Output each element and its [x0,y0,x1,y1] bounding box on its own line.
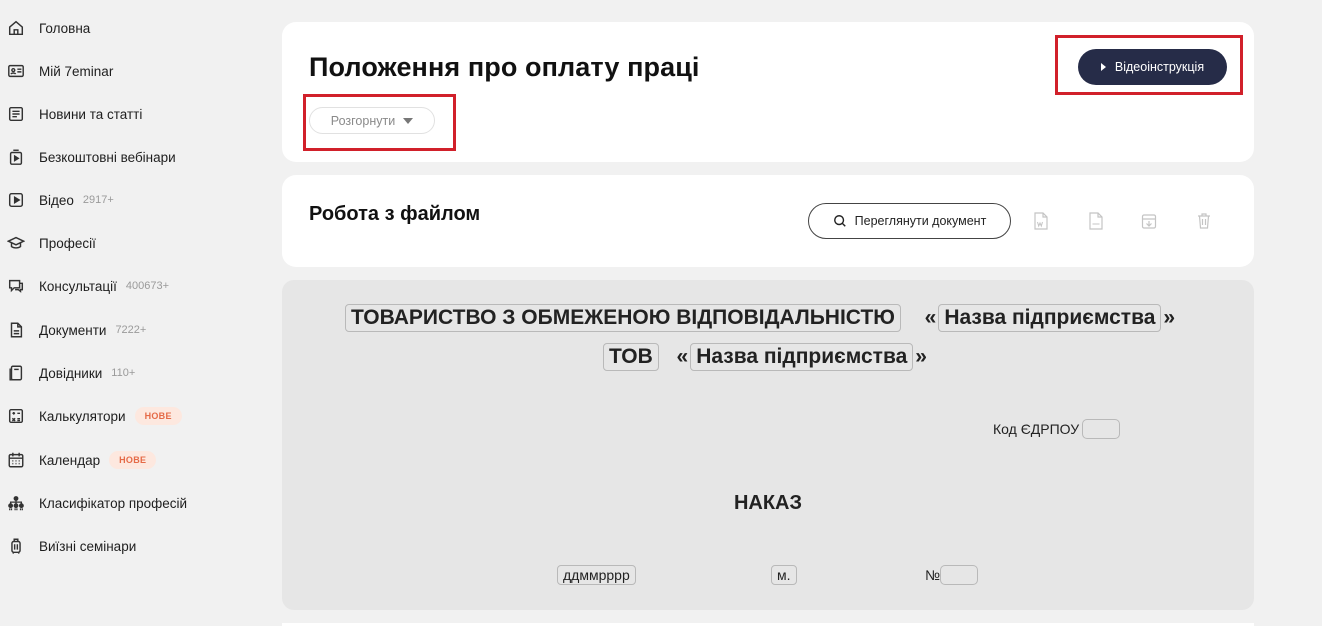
sidebar-item-consultations[interactable]: Консультації 400673+ [6,274,169,298]
edrpou-field[interactable] [1082,419,1121,439]
new-badge: НОВЕ [134,407,182,425]
sidebar-item-count: 400673+ [125,280,170,292]
date-field[interactable]: ддммрррр [557,565,636,585]
newspaper-icon [6,104,26,124]
number-label: № [925,567,941,583]
word-file-icon[interactable] [1033,212,1049,230]
sidebar-item-onsite-seminars[interactable]: Виїзні семінари [6,534,136,558]
company-short-type-field[interactable]: ТОВ [603,343,659,371]
sidebar-item-count: 7222+ [115,324,147,336]
order-number-line: № [925,565,979,585]
sidebar-item-profession-classifier[interactable]: Класифікатор професій [6,491,187,515]
view-document-label: Переглянути документ [854,214,987,228]
sidebar-item-label: Класифікатор професій [39,495,188,511]
order-title: НАКАЗ [733,492,803,514]
sidebar-item-calculators[interactable]: Калькулятори НОВЕ [6,404,182,428]
company-type-field[interactable]: ТОВАРИСТВО З ОБМЕЖЕНОЮ ВІДПОВІДАЛЬНІСТЮ [345,304,901,332]
sidebar-item-label: Головна [39,20,91,36]
calculator-icon [6,406,26,426]
sidebar-item-count: 110+ [111,367,136,379]
sidebar-item-calendar[interactable]: Календар НОВЕ [6,448,157,472]
quote-close: » [915,345,927,368]
sidebar-item-label: Калькулятори [39,408,126,424]
graduation-cap-icon [6,233,26,253]
company-short-name-field[interactable]: Назва підприємства [690,343,914,371]
video-icon [6,190,26,210]
sidebar-item-news[interactable]: Новини та статті [6,102,142,126]
company-short-name-line: ТОВ «Назва підприємства» [603,343,929,371]
sidebar-item-label: Виїзні семінари [39,538,137,554]
sidebar-item-webinars[interactable]: Безкоштовні вебінари [6,145,176,169]
document-preview: ТОВАРИСТВО З ОБМЕЖЕНОЮ ВІДПОВІДАЛЬНІСТЮ … [282,280,1254,610]
sidebar-item-home[interactable]: Головна [6,16,90,40]
download-icon[interactable] [1141,212,1157,230]
webinar-icon [6,147,26,167]
file-section-card: Робота з файлом Переглянути документ [282,175,1254,267]
sidebar-item-label: Консультації [39,278,117,294]
sidebar-item-documents[interactable]: Документи 7222+ [6,318,146,342]
chat-icon [6,276,26,296]
sidebar-item-label: Відео [39,192,74,208]
order-number-field[interactable] [940,565,979,585]
quote-open: « [924,306,937,329]
search-icon [833,215,846,227]
video-button-highlight [1055,35,1243,95]
section-title: Робота з файлом [309,203,481,225]
home-icon [6,18,26,38]
calendar-icon [6,450,26,470]
view-document-button[interactable]: Переглянути документ [808,203,1011,239]
pdf-file-icon[interactable] [1088,212,1104,230]
sidebar-item-handbooks[interactable]: Довідники 110+ [6,361,135,385]
edrpou-line: Код ЄДРПОУ [993,419,1121,439]
edrpou-label: Код ЄДРПОУ [993,421,1080,437]
sidebar-item-label: Новини та статті [39,106,143,122]
trash-icon[interactable] [1196,212,1212,230]
sidebar-item-video[interactable]: Відео 2917+ [6,188,114,212]
suitcase-icon [6,536,26,556]
sidebar-item-count: 2917+ [82,194,114,206]
book-icon [6,363,26,383]
sidebar-item-label: Безкоштовні вебінари [39,149,176,165]
quote-open: « [676,345,689,368]
expand-button-highlight [303,94,456,151]
sidebar-item-label: Мій 7eminar [39,63,114,79]
sidebar-item-label: Календар [39,452,101,468]
company-name-field[interactable]: Назва підприємства [938,304,1162,332]
sidebar-item-label: Професії [39,235,96,251]
new-badge: НОВЕ [109,451,157,469]
sidebar-item-label: Документи [39,322,107,338]
sidebar: Головна Мій 7eminar Новини та статті Без… [0,0,270,626]
page-title: Положення про оплату праці [309,52,700,82]
sidebar-item-my-7eminar[interactable]: Мій 7eminar [6,59,113,83]
company-full-name-line: ТОВАРИСТВО З ОБМЕЖЕНОЮ ВІДПОВІДАЛЬНІСТЮ … [345,304,1177,332]
hierarchy-icon [6,493,26,513]
sidebar-item-professions[interactable]: Професії [6,231,96,255]
city-field[interactable]: м. [771,565,797,585]
document-icon [6,320,26,340]
quote-close: » [1163,306,1176,329]
id-card-icon [6,61,26,81]
sidebar-item-label: Довідники [39,365,103,381]
